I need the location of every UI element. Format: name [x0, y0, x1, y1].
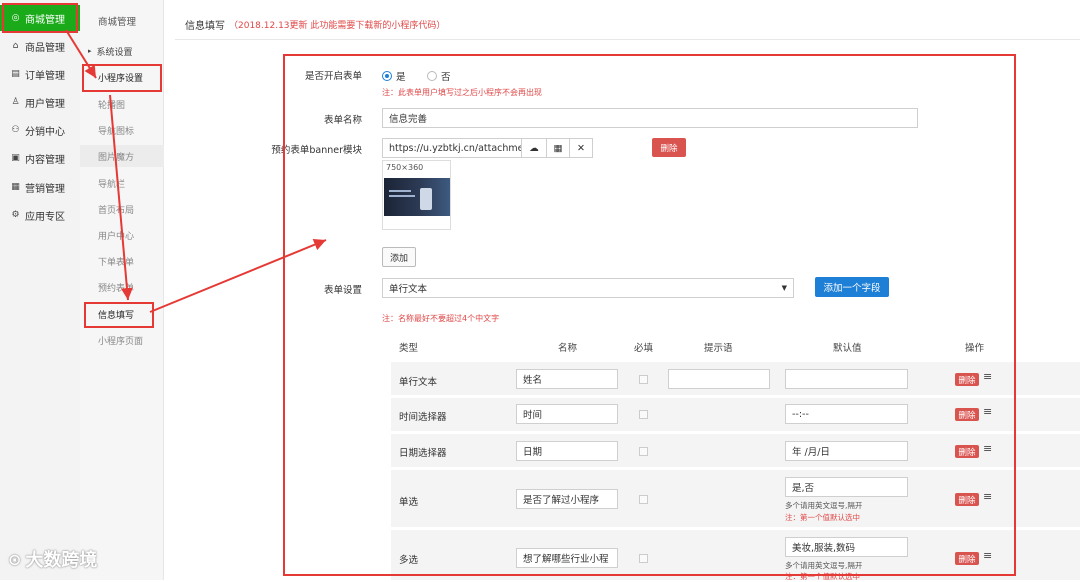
- arrow-infofill-to-form: [149, 238, 327, 313]
- watermark-logo-icon: ⊙: [8, 549, 22, 569]
- watermark-text: 大数跨境: [25, 550, 98, 571]
- watermark: ⊙ 大数跨境: [8, 546, 97, 572]
- arrow-settings-to-infofill: [109, 94, 133, 301]
- annotation-arrows: [65, 29, 327, 313]
- arrow-shop-to-settings: [65, 29, 97, 79]
